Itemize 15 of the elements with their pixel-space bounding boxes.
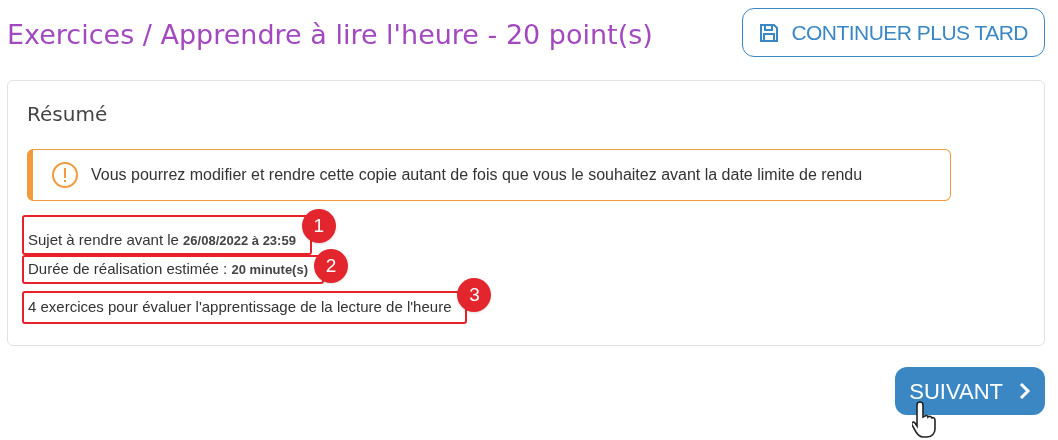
chevron-right-icon	[1019, 382, 1031, 400]
summary-line: Sujet à rendre avant le 26/08/2022 à 23:59	[28, 229, 296, 250]
hand-cursor-icon	[912, 400, 938, 438]
summary-line: 4 exercices pour évaluer l'apprentissage de la lecture de l'heure	[28, 297, 452, 318]
continue-later-button[interactable]: CONTINUER PLUS TARD	[742, 8, 1045, 57]
save-icon	[759, 22, 780, 43]
page-title: Exercices / Apprendre à lire l'heure - 20 point(s)	[7, 18, 653, 53]
warning-icon	[51, 161, 79, 189]
alert-text: Vous pourrez modifier et rendre cette copie autant de fois que vous le souhaitez avant la date limite de rendu	[91, 165, 863, 185]
step-number-badge: 2	[314, 249, 348, 283]
card-heading: Résumé	[27, 101, 109, 128]
next-button[interactable]: SUIVANT	[895, 367, 1045, 415]
summary-line: Durée de réalisation estimée : 20 minute(s)	[28, 259, 308, 280]
step-number-badge: 1	[301, 209, 336, 243]
step-number-badge: 3	[457, 278, 492, 312]
